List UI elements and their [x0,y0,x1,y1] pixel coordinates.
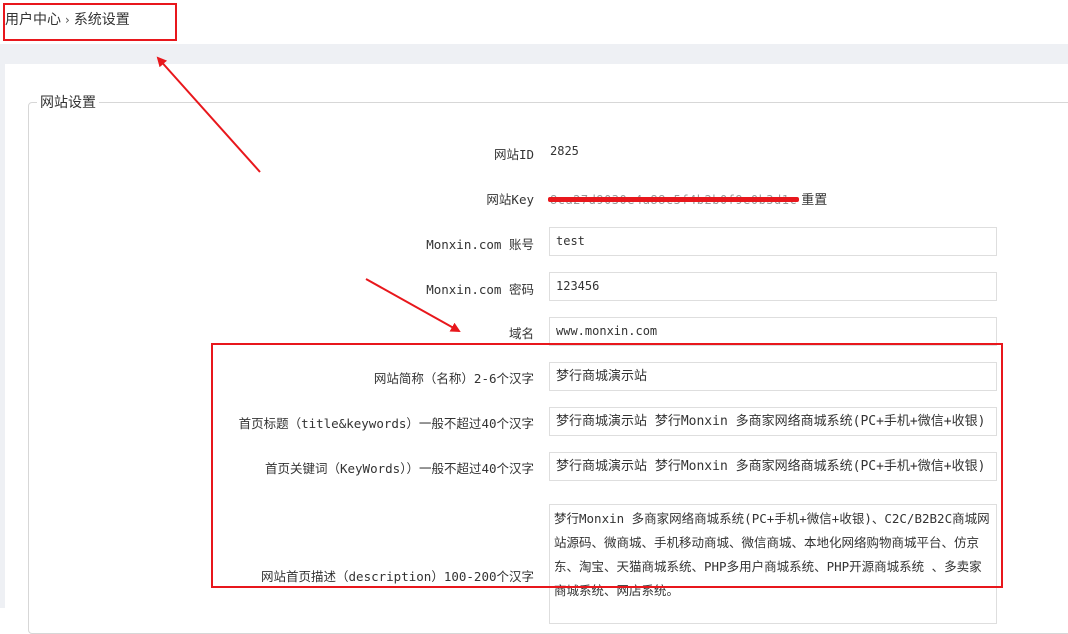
account-input[interactable]: test [549,227,997,256]
page-gray-band [0,44,1068,64]
breadcrumb-separator-icon: › [65,13,70,27]
breadcrumb-current: 系统设置 [73,12,130,28]
home-keywords-label: 首页关键词（KeyWords））一般不超过40个汉字 [264,461,534,476]
home-title-label: 首页标题（title&keywords）一般不超过40个汉字 [238,416,534,431]
site-id-label: 网站ID [493,147,534,162]
home-description-label: 网站首页描述（description）100-200个汉字 [261,569,534,584]
home-title-input[interactable]: 梦行商城演示站 梦行Monxin 多商家网络商城系统(PC+手机+微信+收银) [549,407,997,436]
home-keywords-input[interactable]: 梦行商城演示站 梦行Monxin 多商家网络商城系统(PC+手机+微信+收银) [549,452,997,481]
short-name-input[interactable]: 梦行商城演示站 [549,362,997,391]
site-key-row: 8ca27d9030e4a88c5f4b2b0f9e0b3d1c 重置 [547,189,827,208]
account-label: Monxin.com 账号 [426,237,534,252]
breadcrumb: 用户中心 › 系统设置 [5,9,130,29]
breadcrumb-root-link[interactable]: 用户中心 [5,12,61,28]
site-key-value: 8ca27d9030e4a88c5f4b2b0f9e0b3d1c [547,193,800,207]
short-name-label: 网站简称（名称）2-6个汉字 [373,371,534,386]
domain-label: 域名 [508,326,534,341]
site-key-reset-link[interactable]: 重置 [801,193,827,208]
site-id-value: 2825 [550,144,579,158]
password-label: Monxin.com 密码 [426,282,534,297]
site-settings-legend: 网站设置 [40,95,96,111]
password-input[interactable]: 123456 [549,272,997,301]
top-bar: 用户中心 › 系统设置 [0,0,1068,44]
site-key-label: 网站Key [486,192,534,207]
home-description-textarea[interactable]: 梦行Monxin 多商家网络商城系统(PC+手机+微信+收银)、C2C/B2B2… [549,504,997,624]
domain-input[interactable]: www.monxin.com [549,317,997,346]
